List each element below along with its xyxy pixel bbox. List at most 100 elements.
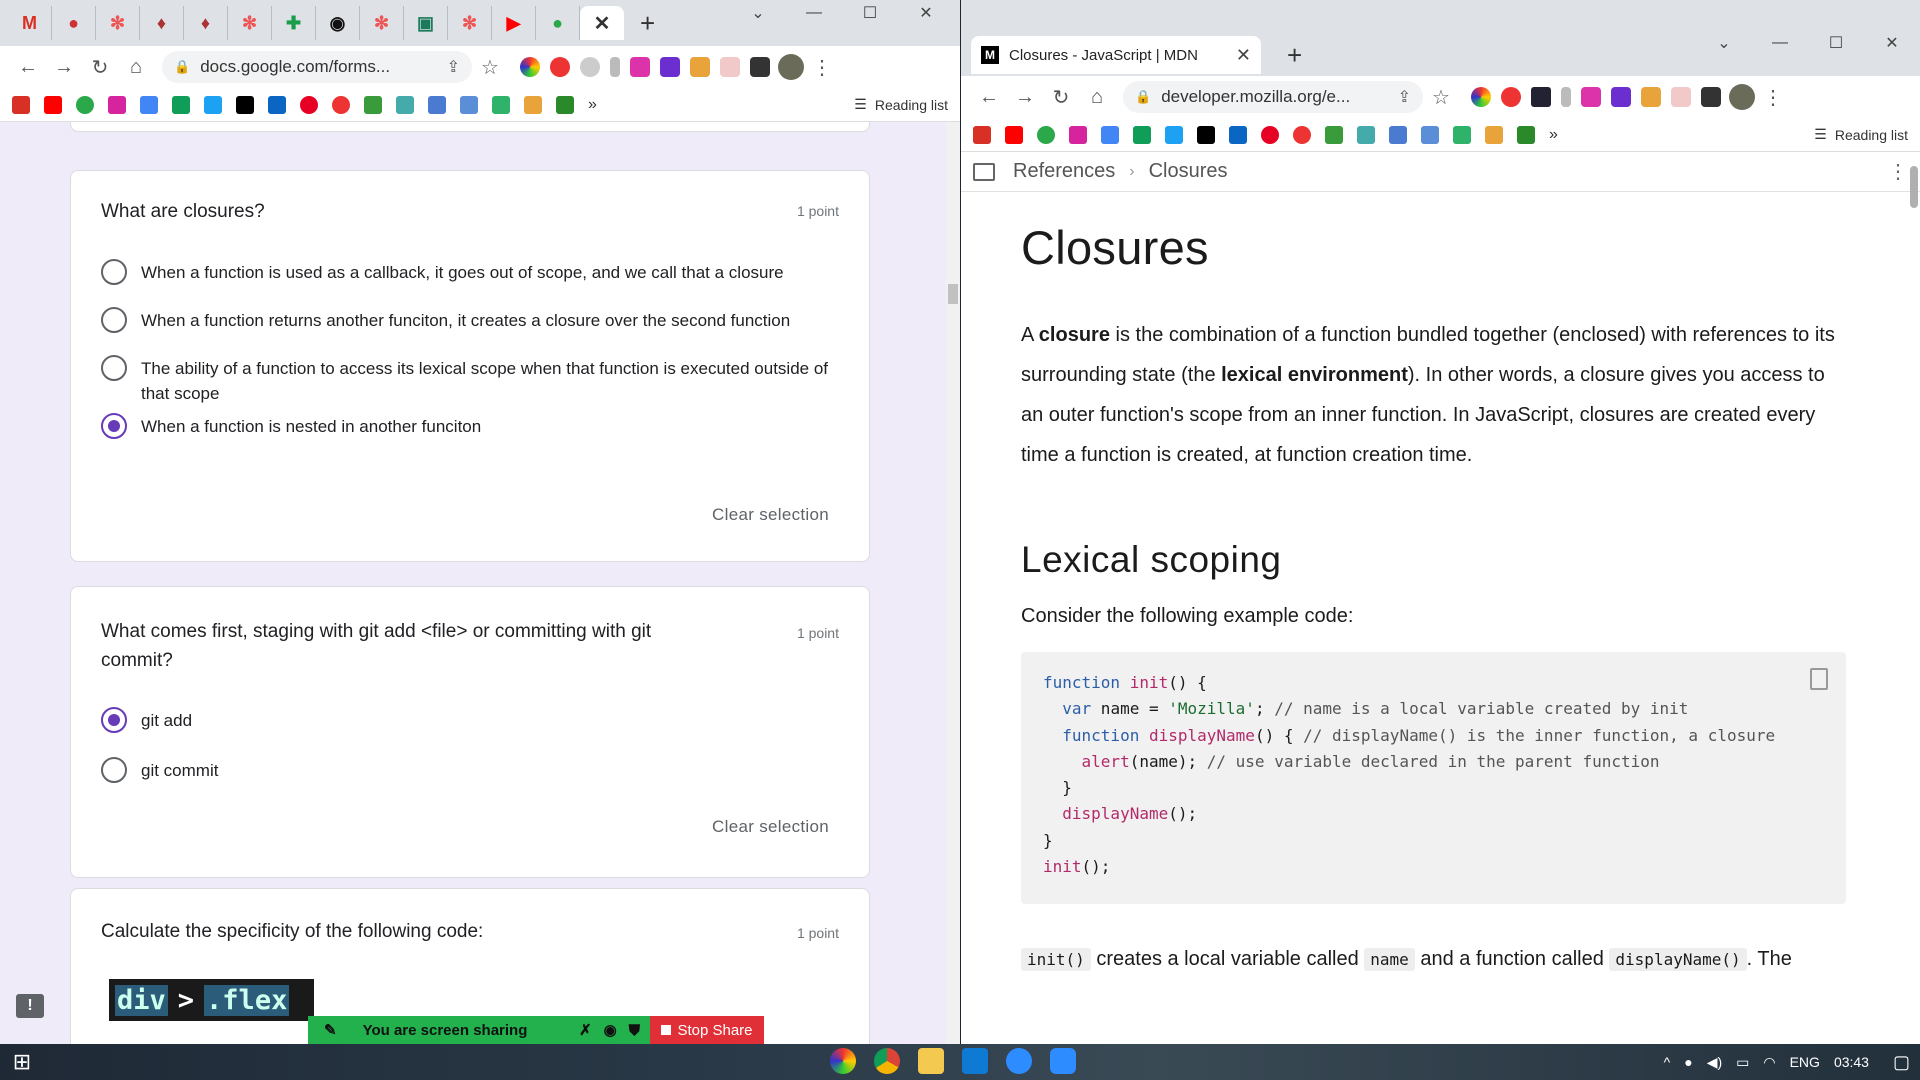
- extension-icon[interactable]: [630, 57, 650, 77]
- forms-tab-close[interactable]: ✕: [580, 6, 624, 40]
- language-indicator[interactable]: ENG: [1790, 1054, 1820, 1070]
- bookmark-icon[interactable]: [1485, 125, 1503, 144]
- pinned-tab[interactable]: ♦: [140, 6, 184, 40]
- address-bar[interactable]: 🔒 developer.mozilla.org/e... ⇪: [1123, 81, 1423, 113]
- avatar[interactable]: [1729, 84, 1755, 110]
- radio-button-checked[interactable]: [101, 707, 127, 733]
- bookmark-icon[interactable]: [524, 95, 542, 114]
- maximize-icon[interactable]: ☐: [842, 0, 898, 26]
- sidebar-toggle-icon[interactable]: [973, 162, 995, 181]
- radio-button[interactable]: [101, 307, 127, 333]
- extension-icon[interactable]: [1671, 87, 1691, 107]
- avatar[interactable]: [778, 54, 804, 80]
- reading-list-button[interactable]: ☰ Reading list: [854, 96, 948, 113]
- minimize-icon[interactable]: —: [1752, 30, 1808, 56]
- bookmark-icon[interactable]: [204, 95, 222, 114]
- wifi-icon[interactable]: ◠: [1763, 1054, 1775, 1071]
- new-tab-button[interactable]: +: [1287, 40, 1302, 71]
- reload-icon[interactable]: ↻: [82, 55, 118, 80]
- close-icon[interactable]: ✕: [1864, 30, 1920, 56]
- forward-icon[interactable]: →: [46, 56, 82, 79]
- scrollbar[interactable]: [1908, 164, 1920, 1044]
- extension-icon[interactable]: [1501, 87, 1521, 107]
- zoom-icon[interactable]: [1050, 1048, 1076, 1074]
- bookmark-icon[interactable]: [1261, 125, 1279, 144]
- bookmark-icon[interactable]: [492, 95, 510, 114]
- battery-icon[interactable]: ▭: [1736, 1054, 1749, 1071]
- bookmark-icon[interactable]: [396, 95, 414, 114]
- pinned-tab[interactable]: ✻: [448, 6, 492, 40]
- chrome-icon[interactable]: [874, 1048, 900, 1074]
- gmail-tab[interactable]: M: [8, 6, 52, 40]
- bookmark-icon[interactable]: [236, 95, 254, 114]
- bookmark-icon[interactable]: [1069, 125, 1087, 144]
- bookmark-icon[interactable]: [1101, 125, 1119, 144]
- bookmark-icon[interactable]: [1005, 125, 1023, 144]
- option-radio-selected[interactable]: When a function is nested in another fun…: [101, 413, 841, 439]
- extension-icon[interactable]: [1581, 87, 1601, 107]
- extension-icon[interactable]: [1471, 87, 1491, 107]
- bookmark-icon[interactable]: [428, 95, 446, 114]
- clear-selection-button[interactable]: Clear selection: [712, 505, 829, 525]
- bookmark-icon[interactable]: [332, 95, 350, 114]
- forward-icon[interactable]: →: [1007, 86, 1043, 109]
- volume-icon[interactable]: ◀): [1707, 1054, 1722, 1071]
- reading-list-button[interactable]: ☰ Reading list: [1814, 126, 1908, 143]
- extension-icon[interactable]: [520, 57, 540, 77]
- home-icon[interactable]: ⌂: [1079, 86, 1115, 109]
- extension-icon[interactable]: [550, 57, 570, 77]
- extension-icon[interactable]: [1641, 87, 1661, 107]
- pinned-tab[interactable]: ▣: [404, 6, 448, 40]
- option-radio[interactable]: The ability of a function to access its …: [101, 355, 841, 406]
- bookmark-icon[interactable]: [300, 95, 318, 114]
- new-tab-button[interactable]: +: [640, 8, 655, 39]
- extension-icon[interactable]: [1531, 87, 1551, 107]
- mdn-tab[interactable]: M Closures - JavaScript | MDN ✕: [971, 36, 1261, 74]
- bookmark-icon[interactable]: [172, 95, 190, 114]
- notifications-icon[interactable]: ▢: [1893, 1052, 1910, 1073]
- bookmark-icon[interactable]: [268, 95, 286, 114]
- extension-icon[interactable]: [580, 57, 600, 77]
- bookmark-icon[interactable]: [460, 95, 478, 114]
- bookmark-icon[interactable]: [1421, 125, 1439, 144]
- windows-start-icon[interactable]: ⊞: [0, 1049, 44, 1075]
- youtube-tab[interactable]: ▶: [492, 6, 536, 40]
- bookmark-icon[interactable]: [44, 95, 62, 114]
- extension-icon[interactable]: [690, 57, 710, 77]
- bookmark-icon[interactable]: [973, 125, 991, 144]
- pinned-tab[interactable]: ●: [52, 6, 96, 40]
- option-radio[interactable]: git commit: [101, 757, 841, 783]
- app-icon[interactable]: [830, 1048, 856, 1074]
- bookmark-icon[interactable]: [1197, 125, 1215, 144]
- file-explorer-icon[interactable]: [918, 1048, 944, 1074]
- bookmark-star-icon[interactable]: ☆: [1423, 85, 1459, 110]
- zoom-icon[interactable]: [1006, 1048, 1032, 1074]
- menu-icon[interactable]: ⋮: [812, 55, 832, 80]
- drag-icon[interactable]: ✎: [324, 1021, 337, 1039]
- bookmark-icon[interactable]: [1389, 125, 1407, 144]
- extension-icon[interactable]: [1611, 87, 1631, 107]
- radio-button[interactable]: [101, 259, 127, 285]
- tab-close-icon[interactable]: ✕: [1236, 45, 1251, 66]
- feedback-icon[interactable]: !: [16, 994, 44, 1018]
- vscode-icon[interactable]: [962, 1048, 988, 1074]
- dropdown-icon[interactable]: ⌄: [1696, 30, 1752, 56]
- bookmark-icon[interactable]: [1517, 125, 1535, 144]
- copy-icon[interactable]: [1810, 668, 1828, 690]
- radio-button[interactable]: [101, 757, 127, 783]
- puzzle-icon[interactable]: [750, 57, 770, 77]
- pinned-tab[interactable]: ♦: [184, 6, 228, 40]
- shield-icon[interactable]: ⛊: [629, 1022, 640, 1039]
- extension-icon[interactable]: [1561, 87, 1571, 107]
- extension-icon[interactable]: [610, 57, 620, 77]
- option-radio[interactable]: When a function returns another funciton…: [101, 307, 841, 333]
- clear-selection-button[interactable]: Clear selection: [712, 817, 829, 837]
- bookmarks-more[interactable]: »: [588, 96, 597, 114]
- pinned-tab[interactable]: ●: [536, 6, 580, 40]
- bookmark-icon[interactable]: [108, 95, 126, 114]
- mic-icon[interactable]: ✗: [579, 1021, 592, 1039]
- close-icon[interactable]: ✕: [898, 0, 954, 26]
- home-icon[interactable]: ⌂: [118, 56, 154, 79]
- chevron-up-icon[interactable]: ^: [1664, 1054, 1671, 1070]
- pinned-tab[interactable]: ✻: [228, 6, 272, 40]
